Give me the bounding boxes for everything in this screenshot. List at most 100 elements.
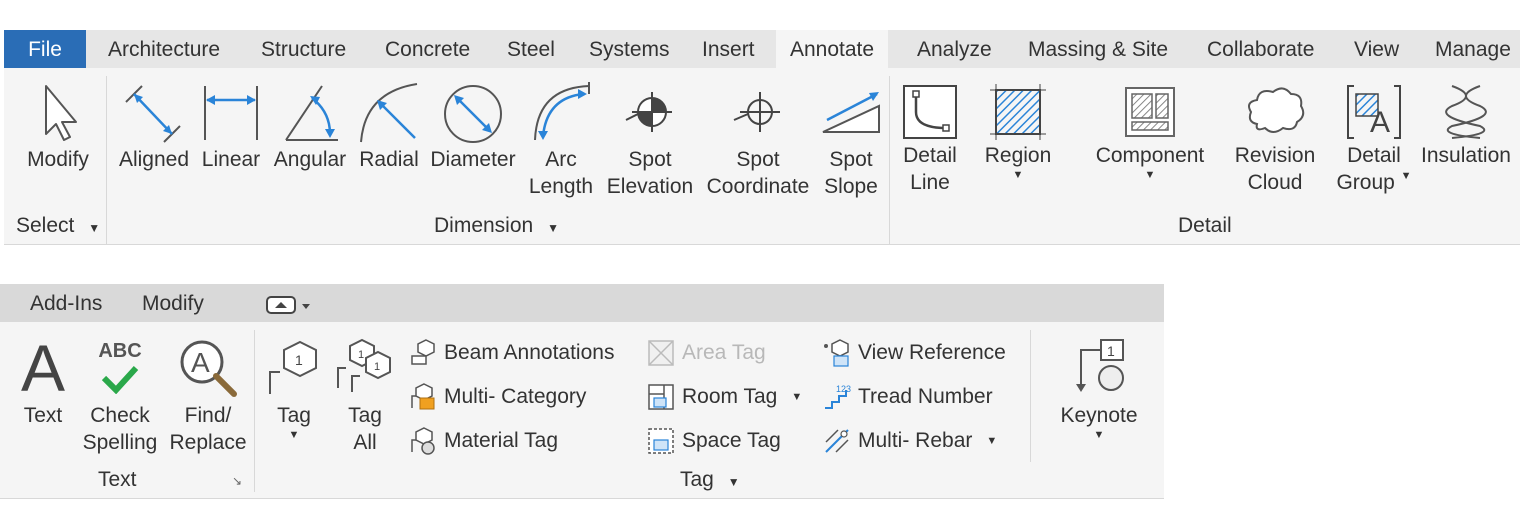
check-spelling-button[interactable]: ABC Check Spelling — [80, 338, 160, 456]
tag-glyph: 1 — [295, 352, 303, 368]
insulation-icon — [1445, 85, 1487, 139]
arc-length-button[interactable]: Arc Length — [524, 82, 598, 200]
spot-slope-label-2: Slope — [824, 175, 878, 198]
spot-slope-label-1: Spot — [829, 148, 873, 171]
tag-all-glyph-1: 1 — [358, 349, 364, 361]
aligned-dimension-button[interactable]: Aligned — [114, 82, 194, 173]
spot-slope-button[interactable]: Spot Slope — [818, 82, 884, 200]
tab-steel[interactable]: Steel — [507, 30, 555, 68]
component-icon — [1125, 87, 1175, 137]
check-spelling-icon: ABC — [80, 338, 160, 398]
linear-dimension-button[interactable]: Linear — [198, 82, 264, 173]
tab-massing-site[interactable]: Massing & Site — [1028, 30, 1168, 68]
space-tag-button[interactable]: Space Tag — [646, 426, 781, 456]
text-panel-label: Text — [98, 468, 137, 491]
region-button[interactable]: Region ▼ — [980, 82, 1056, 181]
revision-cloud-label-2: Cloud — [1247, 171, 1303, 194]
dialog-launcher-icon[interactable]: ↘ — [232, 474, 242, 488]
tab-modify[interactable]: Modify — [142, 284, 204, 322]
revision-cloud-button[interactable]: Revision Cloud — [1230, 82, 1320, 196]
spot-coordinate-icon — [733, 92, 780, 132]
checkmark-icon — [101, 365, 139, 394]
detail-panel-label: Detail — [1178, 214, 1232, 237]
tab-analyze[interactable]: Analyze — [917, 30, 992, 68]
tab-manage[interactable]: Manage — [1435, 30, 1511, 68]
tab-architecture[interactable]: Architecture — [108, 30, 220, 68]
radial-dimension-button[interactable]: Radial — [356, 82, 422, 173]
detail-group-button[interactable]: A Detail Group ▼ — [1332, 82, 1416, 200]
component-button[interactable]: Component ▼ — [1090, 82, 1210, 181]
separator — [254, 330, 255, 492]
chevron-down-icon: ▼ — [791, 391, 803, 403]
tread-number-button[interactable]: 123 Tread Number — [822, 382, 993, 412]
arc-length-label-2: Length — [528, 175, 594, 198]
chevron-down-icon: ▼ — [1093, 429, 1105, 441]
tag-button[interactable]: 1 Tag ▼ — [266, 338, 322, 441]
view-reference-button[interactable]: View Reference — [822, 338, 1006, 368]
angular-dimension-button[interactable]: Angular — [270, 82, 350, 173]
area-tag-icon — [648, 340, 674, 366]
dimension-panel-dropdown[interactable]: Dimension ▼ — [434, 214, 559, 238]
select-panel-label: Select — [16, 214, 75, 237]
tag-all-label-1: Tag — [348, 404, 382, 427]
room-tag-button[interactable]: Room Tag ▼ — [646, 382, 802, 412]
beam-annotations-icon — [411, 339, 435, 365]
tag-panel-label: Tag — [680, 468, 714, 491]
chevron-down-icon: ▼ — [288, 429, 300, 441]
multi-category-button[interactable]: Multi- Category — [408, 382, 586, 412]
tab-insert[interactable]: Insert — [702, 30, 755, 68]
tag-all-glyph-2: 1 — [374, 361, 380, 373]
tag-by-category-icon: 1 — [269, 340, 317, 394]
check-spelling-label-1: Check — [90, 404, 150, 427]
detail-group-label-1: Detail — [1347, 144, 1401, 167]
keynote-icon: 1 — [1076, 339, 1124, 392]
find-replace-label-2: Replace — [169, 431, 247, 454]
arc-length-label-1: Arc — [545, 148, 577, 171]
check-spelling-label-2: Spelling — [82, 431, 158, 454]
insulation-button[interactable]: Insulation — [1416, 82, 1516, 169]
diameter-label: Diameter — [430, 148, 516, 171]
area-tag-button[interactable]: Area Tag — [646, 338, 766, 368]
find-replace-label-1: Find/ — [184, 404, 232, 427]
spot-elevation-button[interactable]: Spot Elevation — [604, 82, 696, 200]
chevron-down-icon: ▼ — [1012, 169, 1024, 181]
find-replace-icon: A — [180, 340, 237, 397]
tab-file[interactable]: File — [4, 30, 86, 68]
keynote-label: Keynote — [1060, 404, 1138, 427]
spot-coordinate-label-2: Coordinate — [706, 175, 810, 198]
tab-collaborate[interactable]: Collaborate — [1207, 30, 1314, 68]
spot-coordinate-button[interactable]: Spot Coordinate — [702, 82, 814, 200]
select-panel-dropdown[interactable]: Select ▼ — [16, 214, 100, 238]
multi-rebar-label: Multi- Rebar — [858, 429, 973, 452]
detail-line-button[interactable]: Detail Line — [898, 82, 962, 196]
tag-panel-dropdown[interactable]: Tag ▼ — [680, 468, 740, 492]
material-tag-button[interactable]: Material Tag — [408, 426, 558, 456]
tab-systems[interactable]: Systems — [589, 30, 670, 68]
find-glyph: A — [191, 347, 210, 378]
multi-rebar-button[interactable]: Multi- Rebar ▼ — [822, 426, 997, 456]
tab-view[interactable]: View — [1354, 30, 1399, 68]
tab-structure[interactable]: Structure — [261, 30, 346, 68]
panel-toggle-button[interactable] — [266, 294, 314, 316]
detail-group-label-2-text: Group — [1336, 171, 1395, 194]
modify-button[interactable]: Modify — [18, 82, 98, 173]
find-replace-button[interactable]: A Find/ Replace — [168, 338, 248, 456]
view-reference-label: View Reference — [858, 341, 1006, 364]
tab-add-ins[interactable]: Add-Ins — [30, 284, 102, 322]
angular-dimension-icon — [285, 85, 338, 141]
revision-cloud-label-1: Revision — [1234, 144, 1316, 167]
diameter-dimension-icon — [444, 85, 502, 143]
material-tag-label: Material Tag — [444, 429, 559, 452]
angular-label: Angular — [273, 148, 347, 171]
arc-length-icon — [534, 82, 590, 141]
diameter-dimension-button[interactable]: Diameter — [428, 82, 518, 173]
spot-coordinate-label-1: Spot — [736, 148, 780, 171]
keynote-button[interactable]: 1 Keynote ▼ — [1056, 336, 1142, 441]
text-button[interactable]: A Text — [14, 335, 72, 429]
tag-all-button[interactable]: 1 1 Tag All — [334, 338, 396, 456]
detail-group-icon: A — [1347, 85, 1401, 139]
tab-annotate[interactable]: Annotate — [776, 30, 889, 70]
beam-annotations-button[interactable]: Beam Annotations — [408, 338, 614, 368]
tab-concrete[interactable]: Concrete — [385, 30, 470, 68]
detail-line-icon — [903, 85, 957, 139]
